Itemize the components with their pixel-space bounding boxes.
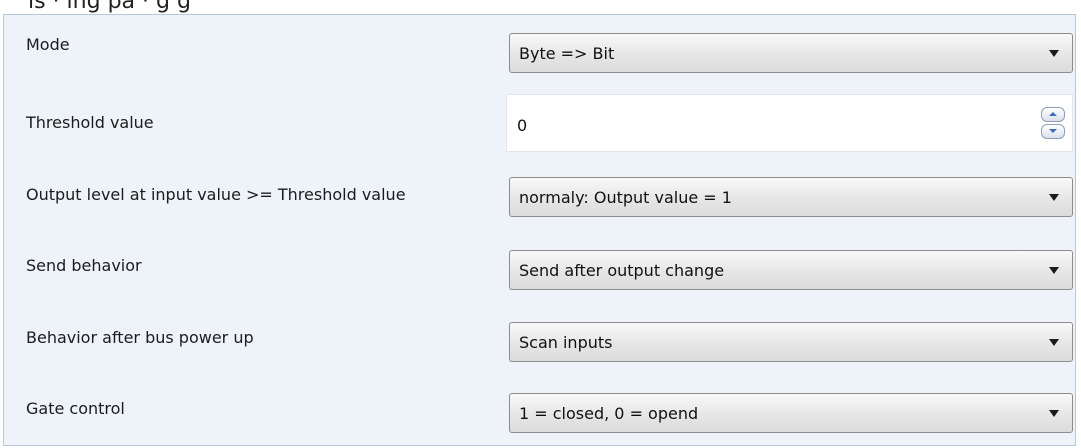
- chevron-down-icon: [1049, 194, 1059, 201]
- send-behavior-dropdown[interactable]: Send after output change: [509, 250, 1073, 290]
- chevron-down-icon: [1049, 267, 1059, 274]
- send-behavior-value: Send after output change: [519, 261, 725, 280]
- chevron-down-icon: [1049, 50, 1059, 57]
- mode-value: Byte => Bit: [519, 44, 615, 63]
- chevron-down-icon: [1049, 339, 1059, 346]
- output-level-label: Output level at input value >= Threshold…: [26, 185, 406, 204]
- mode-dropdown[interactable]: Byte => Bit: [509, 33, 1073, 73]
- bus-power-up-value: Scan inputs: [519, 333, 613, 352]
- output-level-dropdown[interactable]: normaly: Output value = 1: [509, 177, 1073, 217]
- spin-up-button[interactable]: [1041, 107, 1065, 122]
- bus-power-up-dropdown[interactable]: Scan inputs: [509, 322, 1073, 362]
- gate-control-dropdown[interactable]: 1 = closed, 0 = opend: [509, 393, 1073, 433]
- parameter-panel: Mode Byte => Bit Threshold value 0 Outpu…: [3, 14, 1076, 446]
- threshold-input[interactable]: 0: [506, 94, 1073, 152]
- threshold-label: Threshold value: [26, 113, 154, 132]
- chevron-down-icon: [1049, 410, 1059, 417]
- cropped-caption-text: ıs · ıng pa · g g: [28, 0, 191, 14]
- spin-down-button[interactable]: [1041, 124, 1065, 139]
- spin-up-icon: [1049, 112, 1057, 116]
- send-behavior-label: Send behavior: [26, 256, 142, 275]
- threshold-value: 0: [517, 116, 528, 135]
- spin-down-icon: [1049, 129, 1057, 133]
- bus-power-up-label: Behavior after bus power up: [26, 328, 254, 347]
- gate-control-label: Gate control: [26, 399, 125, 418]
- mode-label: Mode: [26, 35, 70, 54]
- gate-control-value: 1 = closed, 0 = opend: [519, 404, 699, 423]
- output-level-value: normaly: Output value = 1: [519, 188, 732, 207]
